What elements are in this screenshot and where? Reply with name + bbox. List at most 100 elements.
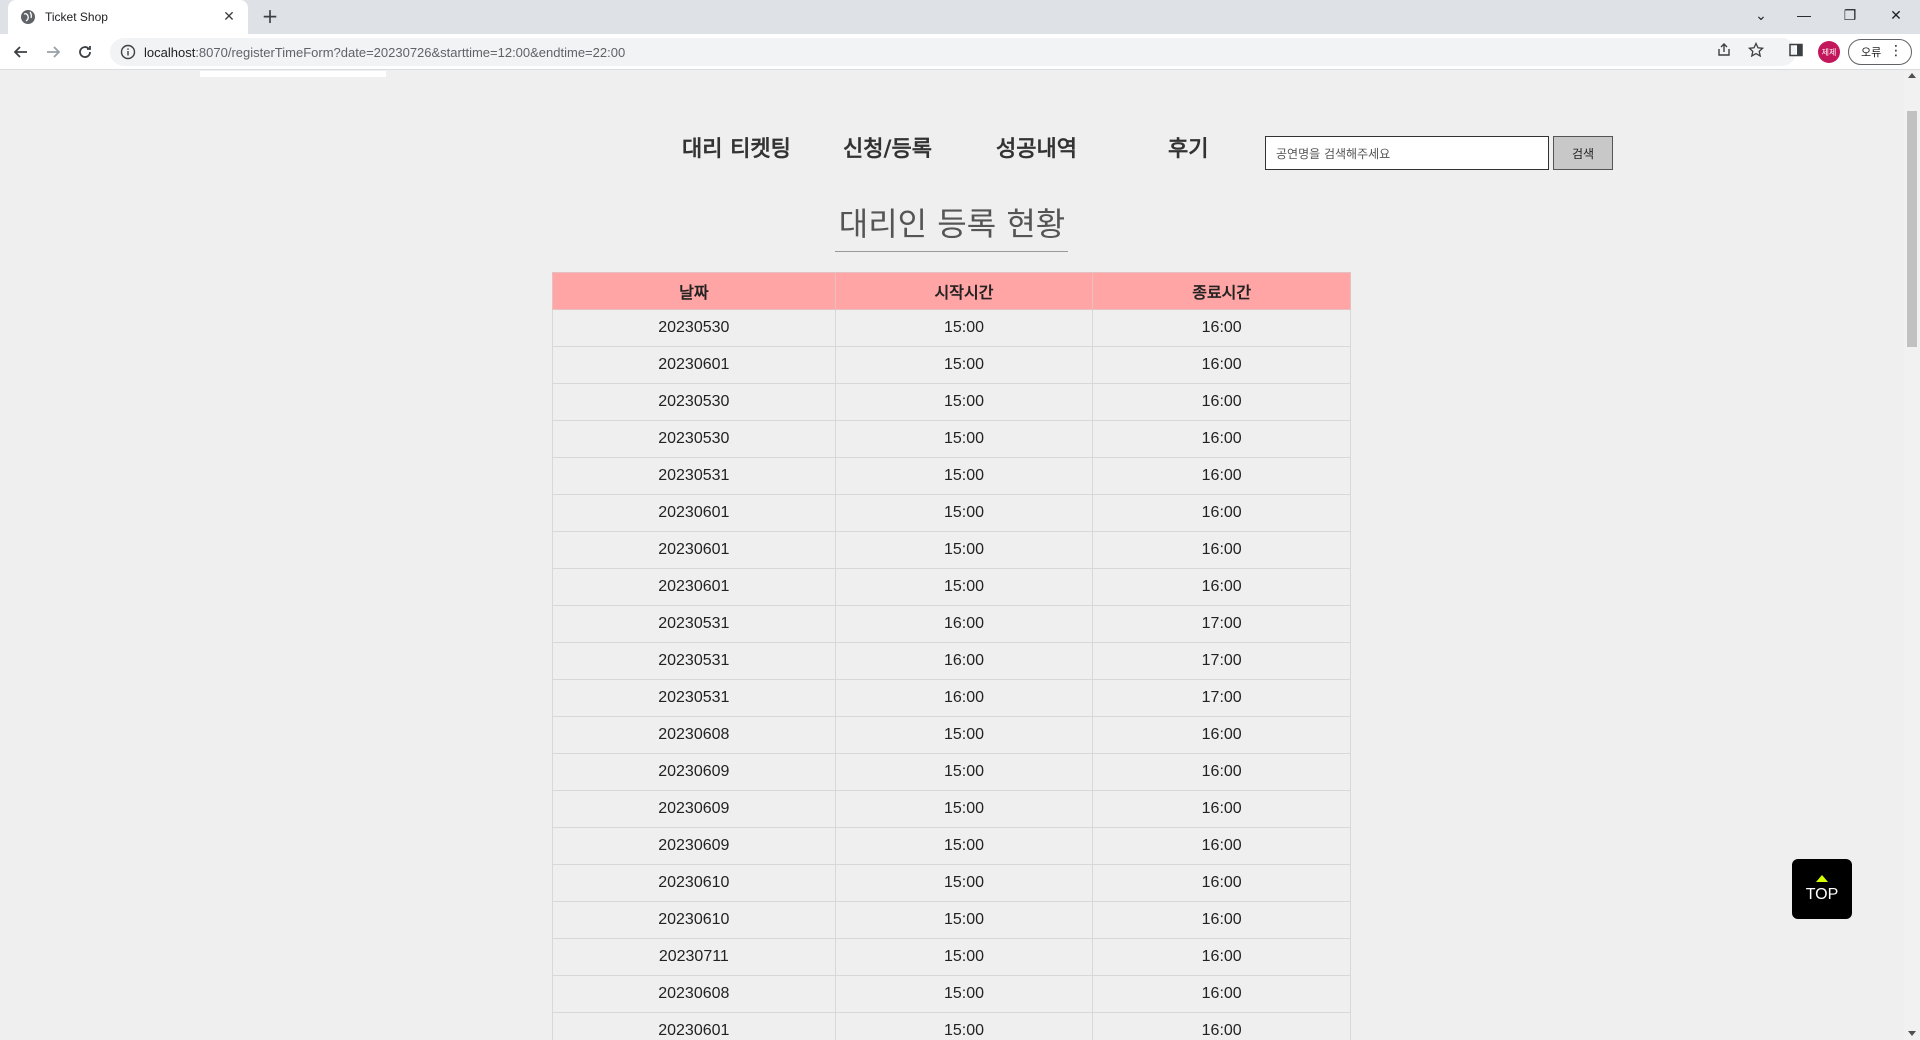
column-header-end: 종료시간 <box>1092 272 1351 310</box>
url-text: localhost:8070/registerTimeForm?date=202… <box>144 44 626 60</box>
table-row: 20230608 15:00 16:00 <box>552 975 1351 1013</box>
error-label: 오류 <box>1861 46 1882 59</box>
nav-proxy-ticketing[interactable]: 대리 티켓팅 <box>682 131 791 163</box>
search-button[interactable]: 검색 <box>1553 136 1613 170</box>
window-close-button[interactable]: ✕ <box>1873 0 1919 30</box>
page-viewport: 대리 티켓팅 신청/등록 성공내역 후기 공연명을 검색해주세요 검색 대리인 … <box>0 71 1904 1040</box>
cell-end-time: 16:00 <box>1092 309 1351 347</box>
cell-end-time: 16:00 <box>1092 827 1351 865</box>
cell-end-time: 16:00 <box>1092 1012 1351 1040</box>
table-row: 20230531 15:00 16:00 <box>552 457 1351 495</box>
search-input[interactable]: 공연명을 검색해주세요 <box>1265 136 1549 170</box>
globe-icon <box>21 10 35 24</box>
table-row: 20230610 15:00 16:00 <box>552 901 1351 939</box>
cell-start-time: 15:00 <box>834 901 1094 939</box>
main-nav: 대리 티켓팅 신청/등록 성공내역 후기 <box>0 131 1904 171</box>
cell-end-time: 16:00 <box>1092 420 1351 458</box>
back-icon[interactable] <box>9 40 33 64</box>
cell-date: 20230609 <box>552 753 836 791</box>
cell-date: 20230531 <box>552 457 836 495</box>
cell-date: 20230530 <box>552 420 836 458</box>
info-icon[interactable] <box>120 44 136 60</box>
top-label: TOP <box>1805 885 1839 903</box>
cell-start-time: 15:00 <box>834 975 1094 1013</box>
scroll-up-icon[interactable] <box>1908 73 1916 78</box>
profile-avatar[interactable]: 제제 <box>1818 41 1840 63</box>
registration-table: 날짜 시작시간 종료시간 20230530 15:00 16:00 20230601 1… <box>552 272 1351 1040</box>
close-tab-icon[interactable]: ✕ <box>220 9 238 25</box>
cell-end-time: 16:00 <box>1092 753 1351 791</box>
cell-end-time: 16:00 <box>1092 494 1351 532</box>
cell-start-time: 15:00 <box>834 383 1094 421</box>
table-row: 20230609 15:00 16:00 <box>552 753 1351 791</box>
nav-reviews[interactable]: 후기 <box>1168 131 1208 163</box>
reload-icon[interactable] <box>73 40 97 64</box>
cell-end-time: 16:00 <box>1092 790 1351 828</box>
new-tab-button[interactable]: + <box>258 4 282 28</box>
cell-end-time: 16:00 <box>1092 975 1351 1013</box>
table-row: 20230531 16:00 17:00 <box>552 679 1351 717</box>
cell-end-time: 16:00 <box>1092 346 1351 384</box>
cell-start-time: 15:00 <box>834 864 1094 902</box>
cell-start-time: 15:00 <box>834 568 1094 606</box>
nav-success-history[interactable]: 성공내역 <box>996 131 1077 163</box>
cell-date: 20230610 <box>552 864 836 902</box>
browser-tab[interactable]: Ticket Shop ✕ <box>8 0 248 34</box>
cell-date: 20230531 <box>552 642 836 680</box>
cell-date: 20230601 <box>552 531 836 569</box>
cell-start-time: 15:00 <box>834 531 1094 569</box>
cell-start-time: 15:00 <box>834 753 1094 791</box>
tab-search-icon[interactable]: ⌄ <box>1738 0 1784 30</box>
scroll-thumb[interactable] <box>1907 111 1917 347</box>
table-row: 20230601 15:00 16:00 <box>552 494 1351 532</box>
nav-apply-register[interactable]: 신청/등록 <box>843 131 932 163</box>
cell-start-time: 16:00 <box>834 605 1094 643</box>
cell-end-time: 16:00 <box>1092 531 1351 569</box>
table-row: 20230601 15:00 16:00 <box>552 1012 1351 1040</box>
cell-date: 20230608 <box>552 975 836 1013</box>
tab-title: Ticket Shop <box>45 10 108 24</box>
cell-end-time: 16:00 <box>1092 568 1351 606</box>
table-row: 20230609 15:00 16:00 <box>552 790 1351 828</box>
cell-date: 20230531 <box>552 605 836 643</box>
minimize-button[interactable]: — <box>1781 0 1827 30</box>
cell-start-time: 15:00 <box>834 1012 1094 1040</box>
tab-strip: Ticket Shop ✕ + ⌄ — ❐ ✕ <box>0 0 1920 34</box>
cell-end-time: 16:00 <box>1092 383 1351 421</box>
cell-end-time: 16:00 <box>1092 901 1351 939</box>
table-row: 20230601 15:00 16:00 <box>552 531 1351 569</box>
cell-end-time: 16:00 <box>1092 457 1351 495</box>
address-bar[interactable]: localhost:8070/registerTimeForm?date=202… <box>110 38 1796 66</box>
cell-date: 20230608 <box>552 716 836 754</box>
cell-start-time: 15:00 <box>834 457 1094 495</box>
side-panel-icon[interactable] <box>1786 40 1806 60</box>
cell-date: 20230530 <box>552 309 836 347</box>
table-row: 20230530 15:00 16:00 <box>552 309 1351 347</box>
restore-button[interactable]: ❐ <box>1827 0 1873 30</box>
error-menu-button[interactable]: 오류 ⋮ <box>1848 39 1912 65</box>
cell-date: 20230601 <box>552 568 836 606</box>
bookmark-star-icon[interactable] <box>1746 40 1766 60</box>
cell-end-time: 17:00 <box>1092 605 1351 643</box>
share-icon[interactable] <box>1714 40 1734 60</box>
title-underline <box>835 251 1068 252</box>
cell-date: 20230601 <box>552 1012 836 1040</box>
page-scrollbar[interactable] <box>1904 71 1920 1040</box>
cell-date: 20230609 <box>552 827 836 865</box>
forward-icon[interactable] <box>41 40 65 64</box>
browser-toolbar: localhost:8070/registerTimeForm?date=202… <box>0 34 1920 70</box>
table-row: 20230530 15:00 16:00 <box>552 420 1351 458</box>
cell-start-time: 15:00 <box>834 494 1094 532</box>
table-row: 20230608 15:00 16:00 <box>552 716 1351 754</box>
scroll-top-button[interactable]: TOP <box>1792 859 1852 919</box>
cell-end-time: 16:00 <box>1092 716 1351 754</box>
table-header-row: 날짜 시작시간 종료시간 <box>552 272 1351 310</box>
scroll-down-icon[interactable] <box>1908 1031 1916 1036</box>
cell-date: 20230531 <box>552 679 836 717</box>
page-title: 대리인 등록 현황 <box>838 205 1066 243</box>
cell-start-time: 15:00 <box>834 790 1094 828</box>
cell-end-time: 17:00 <box>1092 642 1351 680</box>
cell-date: 20230530 <box>552 383 836 421</box>
cell-start-time: 15:00 <box>834 420 1094 458</box>
cell-end-time: 16:00 <box>1092 938 1351 976</box>
